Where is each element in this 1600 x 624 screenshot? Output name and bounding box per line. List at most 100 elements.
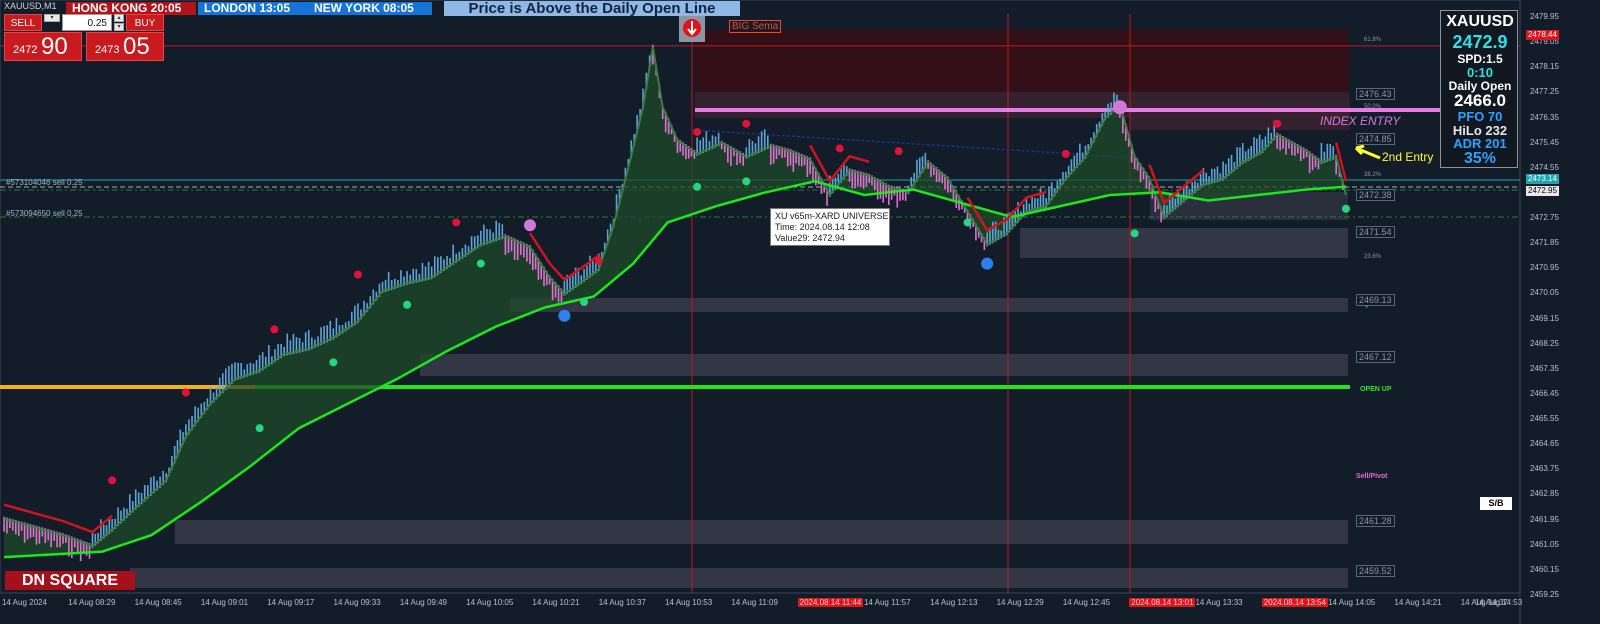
swing-low-dot xyxy=(693,182,702,191)
second-entry-arrow-icon xyxy=(1354,144,1381,160)
price-axis-label: 2460.15 xyxy=(1530,564,1559,574)
major-high-dot xyxy=(523,219,536,232)
ask-price-pips: 05 xyxy=(123,33,150,60)
tooltip-time: Time: 2024.08.14 12:08 xyxy=(775,222,870,232)
price-axis-label: 2470.95 xyxy=(1530,263,1559,273)
price-axis-label: 2467.35 xyxy=(1530,363,1559,373)
time-axis-label: 2024.08.14 13:01 xyxy=(1129,598,1196,607)
bid-price-prefix: 2472 xyxy=(13,44,38,56)
time-axis-label: 14 Aug 10:53 xyxy=(665,598,713,607)
level-tag: 2471.54 xyxy=(1356,226,1395,238)
swing-high-dot xyxy=(894,147,903,156)
price-axis-label: 2477.25 xyxy=(1530,87,1559,97)
swing-low-dot xyxy=(403,300,412,309)
price-axis-label: 2462.85 xyxy=(1530,489,1559,499)
lot-decrease-button[interactable]: ▾ xyxy=(44,14,60,22)
major-low-dot xyxy=(981,257,994,270)
time-axis-label: 14 Aug 09:33 xyxy=(333,598,381,607)
swing-high-dot xyxy=(1061,149,1070,158)
info-price: 2472.9 xyxy=(1452,32,1508,52)
swing-high-dot xyxy=(693,127,702,136)
order-line-label: #573094650 sell 0.25 xyxy=(6,209,83,218)
time-axis-label: 14 Aug 11:57 xyxy=(863,598,911,607)
symbol-info-panel: XAUUSD 2472.9 SPD:1.5 0:10 Daily Open 24… xyxy=(1440,10,1518,168)
ask-price-button[interactable]: 2473 05 xyxy=(86,32,164,61)
tooltip-indicator-name: XU v65m-XARD UNIVERSE xyxy=(775,211,889,221)
swing-low-dot xyxy=(1130,229,1139,238)
time-axis-label: 14 Aug 09:49 xyxy=(399,598,447,607)
price-axis-label: 2472.75 xyxy=(1530,213,1559,223)
info-adr-percent: 35% xyxy=(1463,150,1497,167)
swing-high-dot xyxy=(452,218,461,227)
data-tooltip: XU v65m-XARD UNIVERSE Time: 2024.08.14 1… xyxy=(770,208,890,246)
swing-low-dot xyxy=(580,298,589,306)
price-axis-label: 2470.05 xyxy=(1530,288,1559,298)
price-axis-label: 2468.25 xyxy=(1530,338,1559,348)
london-clock: LONDON 13:05 xyxy=(198,2,308,15)
time-axis-label: 14 Aug 14:05 xyxy=(1328,598,1376,607)
open-up-label: OPEN UP xyxy=(1360,386,1392,393)
daily-open-status-banner: Price is Above the Daily Open Line xyxy=(444,1,740,16)
price-axis-tag: 2478.44 xyxy=(1526,30,1559,40)
index-entry-label: INDEX ENTRY xyxy=(1320,114,1401,128)
lot-increase-down-icon[interactable]: ▾ xyxy=(114,23,124,31)
bid-price-pips: 90 xyxy=(41,33,68,60)
time-axis-label: 14 Aug 13:33 xyxy=(1195,598,1243,607)
swing-low-dot xyxy=(742,177,751,186)
info-spread: SPD:1.5 xyxy=(1457,52,1503,66)
demand-zone xyxy=(420,354,1348,376)
price-axis-label: 2474.55 xyxy=(1530,162,1559,172)
fib-level-label: 61.8% xyxy=(1364,37,1382,43)
price-axis-tag: 2473.14 xyxy=(1526,174,1559,184)
swing-high-dot xyxy=(835,144,844,153)
time-axis-label: 14 Aug 10:21 xyxy=(532,598,580,607)
price-axis-label: 2471.85 xyxy=(1530,238,1559,248)
buy-button[interactable]: BUY xyxy=(126,14,164,31)
info-pfo: PFO 70 xyxy=(1457,109,1503,124)
level-tag: 2472.38 xyxy=(1356,189,1395,201)
price-axis-label: 2475.45 xyxy=(1530,137,1559,147)
time-axis-label: 14 Aug 12:13 xyxy=(930,598,978,607)
price-axis-tag: 2472.95 xyxy=(1526,186,1559,196)
info-adr: ADR 201 xyxy=(1453,136,1507,151)
order-line-label: #573104046 sell 0.25 xyxy=(6,178,83,187)
time-axis-label: 14 Aug 10:37 xyxy=(598,598,646,607)
big-sema-label: BIG Sema xyxy=(729,20,782,33)
swing-high-dot xyxy=(594,256,603,265)
sb-button[interactable]: S/B xyxy=(1480,497,1512,510)
sell-pivot-label: Sell/Pivot xyxy=(1356,473,1388,480)
price-axis-label: 2461.05 xyxy=(1530,539,1559,549)
swing-high-dot xyxy=(742,119,751,128)
price-axis-label: 2479.95 xyxy=(1530,12,1559,21)
symbol-timeframe-label: XAUUSD,M1 xyxy=(4,1,57,11)
level-tag: 2476.43 xyxy=(1356,88,1395,100)
swing-high-dot xyxy=(1273,119,1282,128)
level-tag: 2467.12 xyxy=(1356,351,1395,363)
swing-high-dot xyxy=(353,270,362,279)
major-low-dot xyxy=(558,309,571,322)
demand-zone xyxy=(175,520,1348,544)
swing-low-dot xyxy=(476,259,485,268)
lot-size-input[interactable]: 0.25 xyxy=(62,14,112,31)
level-tag: 2474.85 xyxy=(1356,133,1395,145)
level-tag: 2461.28 xyxy=(1356,515,1395,527)
time-axis-label: 14 Aug 09:17 xyxy=(267,598,315,607)
price-axis-label: 2464.65 xyxy=(1530,439,1559,449)
swing-low-dot xyxy=(963,218,972,227)
demand-zone xyxy=(130,568,1348,588)
supply-zone xyxy=(1130,100,1350,130)
sell-button[interactable]: SELL xyxy=(4,14,42,31)
fib-level-label: 50.0% xyxy=(1364,104,1382,110)
lot-increase-up-icon[interactable]: ▴ xyxy=(114,14,124,22)
swing-low-dot xyxy=(255,424,264,433)
bid-price-button[interactable]: 2472 90 xyxy=(4,32,82,61)
swing-low-dot xyxy=(329,358,338,367)
info-symbol: XAUUSD xyxy=(1446,13,1514,30)
price-axis-label: 2466.45 xyxy=(1530,388,1559,398)
swing-high-dot xyxy=(270,325,279,334)
price-axis-label: 2463.75 xyxy=(1530,464,1559,474)
level-tag: 2459.52 xyxy=(1356,565,1395,577)
dn-square-badge: DN SQUARE xyxy=(5,571,135,590)
supply-zone xyxy=(695,30,1349,92)
swing-low-dot xyxy=(1342,204,1350,213)
